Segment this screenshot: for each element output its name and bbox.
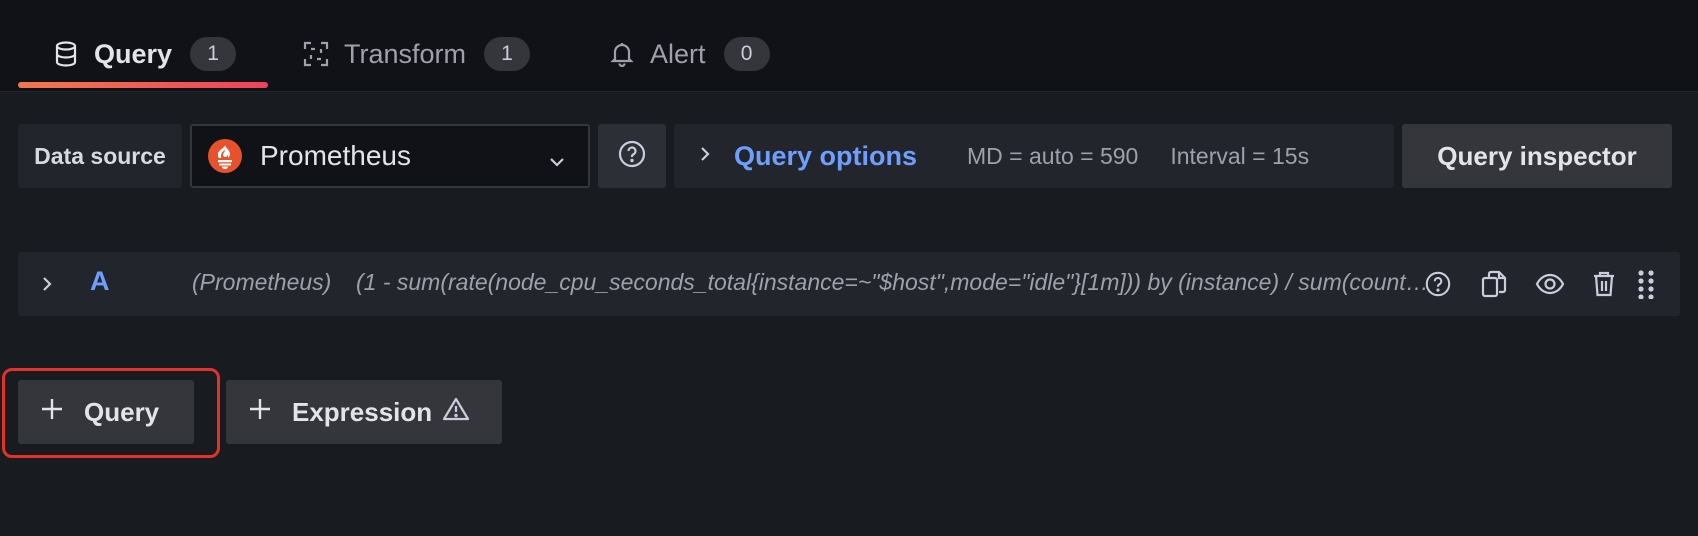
interval-info: Interval = 15s [1170,142,1310,169]
drag-handle-icon[interactable] [1630,268,1662,300]
query-ref-id[interactable]: A [90,266,110,297]
prometheus-logo-icon [208,139,242,173]
tab-query-label: Query [94,38,173,69]
datasource-label: Data source [18,124,182,188]
duplicate-icon[interactable] [1478,268,1510,300]
query-help-icon[interactable] [1422,268,1454,300]
query-expression-preview: (1 - sum(rate(node_cpu_seconds_total{ins… [356,269,1436,295]
warning-icon [442,396,470,429]
chevron-down-icon [548,146,566,178]
question-circle-icon [617,139,647,174]
tab-query[interactable]: Query 1 [52,28,237,80]
tab-bar: Query 1 Transform 1 Alert 0 [0,0,1698,92]
plus-icon [248,397,272,428]
tab-transform[interactable]: Transform 1 [302,28,531,80]
max-datapoints-info: MD = auto = 590 [967,142,1139,169]
query-options-button[interactable]: Query options MD = auto = 590 Interval =… [674,124,1394,188]
query-inspector-button[interactable]: Query inspector [1402,124,1672,188]
tab-alert[interactable]: Alert 0 [608,28,770,80]
bell-icon [608,40,636,68]
tab-transform-label: Transform [344,38,467,69]
chevron-right-icon [698,145,712,168]
query-datasource-name: (Prometheus) [192,269,332,295]
transform-icon [302,40,330,68]
trash-icon[interactable] [1588,268,1620,300]
query-options-title: Query options [734,140,918,171]
datasource-value: Prometheus [260,140,411,171]
tab-transform-count: 1 [484,37,531,71]
active-tab-indicator [18,82,268,88]
add-expression-button[interactable]: Expression [226,380,502,444]
database-icon [52,40,80,68]
tab-alert-count: 0 [723,37,770,71]
datasource-select[interactable]: Prometheus [190,124,590,188]
add-expression-label: Expression [292,396,433,427]
highlight-annotation [2,368,220,458]
expand-row-icon[interactable] [40,274,54,299]
query-row: A (Prometheus) (1 - sum(rate(node_cpu_se… [18,252,1680,316]
datasource-help-button[interactable] [598,124,666,188]
eye-icon[interactable] [1534,268,1566,300]
tab-alert-label: Alert [650,38,706,69]
tab-query-count: 1 [190,37,237,71]
